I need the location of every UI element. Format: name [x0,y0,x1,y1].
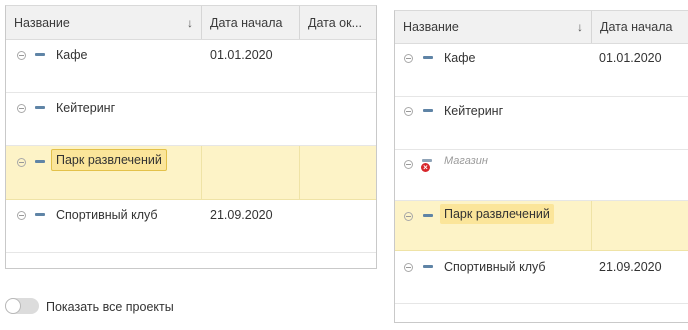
name-cell: Спортивный клуб [395,251,592,303]
project-icon [35,160,45,163]
table-row[interactable]: × Магазин [395,150,688,201]
end-date-cell [300,146,376,199]
sort-down-icon[interactable]: ↓ [187,16,193,30]
project-icon [423,109,433,112]
column-header-name[interactable]: Название ↓ [395,11,592,43]
project-name: Кейтеринг [56,101,116,115]
collapse-icon[interactable] [17,51,26,60]
column-header-start-date[interactable]: Дата начала [592,11,688,43]
name-cell: Кафе [395,44,592,96]
collapse-icon[interactable] [17,104,26,113]
collapse-icon[interactable] [404,263,413,272]
table-header: Название ↓ Дата начала Дата ок... [6,6,376,40]
project-name: Кафе [56,48,88,62]
column-header-label: Название [403,20,459,34]
end-date-cell [300,40,376,92]
column-header-label: Дата ок... [308,15,362,30]
error-project-icon: × [421,159,433,172]
project-icon [423,214,433,217]
column-header-start-date[interactable]: Дата начала [202,6,300,39]
project-icon [423,56,433,59]
table-row[interactable]: Спортивный клуб 21.09.2020 [395,251,688,304]
project-name: Парк развлечений [51,149,167,171]
table-header: Название ↓ Дата начала [395,11,688,44]
project-icon [35,106,45,109]
name-cell: Кейтеринг [395,97,592,149]
start-date-cell [202,146,300,199]
start-date-cell [592,150,688,200]
collapse-icon[interactable] [404,54,413,63]
column-header-label: Дата начала [210,15,283,30]
start-date-cell: 01.01.2020 [592,44,688,96]
table-row[interactable]: Парк развлечений [6,146,376,200]
column-header-name[interactable]: Название ↓ [6,6,202,39]
project-name: Спортивный клуб [444,260,546,274]
toggle-knob[interactable] [5,298,21,314]
start-date: 21.09.2020 [599,260,662,274]
column-header-label: Дата начала [600,20,673,34]
show-all-projects-toggle[interactable] [5,298,39,314]
project-icon [35,53,45,56]
name-cell: Спортивный клуб [6,200,202,252]
table-row[interactable]: Парк развлечений [395,201,688,251]
start-date-cell [202,93,300,145]
project-icon [35,213,45,216]
collapse-icon[interactable] [17,158,26,167]
start-date-cell: 21.09.2020 [202,200,300,252]
collapse-icon[interactable] [404,107,413,116]
table-row[interactable]: Спортивный клуб 21.09.2020 [6,200,376,253]
projects-table-right: Название ↓ Дата начала Кафе 01.01.2020 К… [394,10,688,323]
project-name: Спортивный клуб [56,208,158,222]
collapse-icon[interactable] [404,160,413,169]
table-row[interactable]: Кейтеринг [6,93,376,146]
project-name: Кейтеринг [444,104,504,118]
column-header-label: Название [14,15,70,30]
show-all-projects-label[interactable]: Показать все проекты [46,300,174,314]
table-row[interactable]: Кафе 01.01.2020 [6,40,376,93]
projects-table-left: Название ↓ Дата начала Дата ок... Кафе 0… [5,5,377,269]
start-date-cell: 21.09.2020 [592,251,688,303]
column-header-end-date[interactable]: Дата ок... [300,6,376,39]
sort-down-icon[interactable]: ↓ [577,20,583,34]
name-cell: Кафе [6,40,202,92]
table-row[interactable]: Кафе 01.01.2020 [395,44,688,97]
collapse-icon[interactable] [404,212,413,221]
collapse-icon[interactable] [17,211,26,220]
project-name: Парк развлечений [440,204,554,224]
start-date: 01.01.2020 [599,51,662,65]
project-name: Кафе [444,51,476,65]
name-cell: Кейтеринг [6,93,202,145]
start-date: 21.09.2020 [210,208,273,222]
project-icon [423,265,433,268]
start-date: 01.01.2020 [210,48,273,62]
table-row[interactable]: Кейтеринг [395,97,688,150]
name-cell: Парк развлечений [6,146,202,199]
start-date-cell [592,97,688,149]
name-cell: × Магазин [395,150,592,200]
project-name: Магазин [444,155,488,167]
name-cell: Парк развлечений [395,201,592,250]
start-date-cell [592,201,688,250]
end-date-cell [300,93,376,145]
end-date-cell [300,200,376,252]
start-date-cell: 01.01.2020 [202,40,300,92]
